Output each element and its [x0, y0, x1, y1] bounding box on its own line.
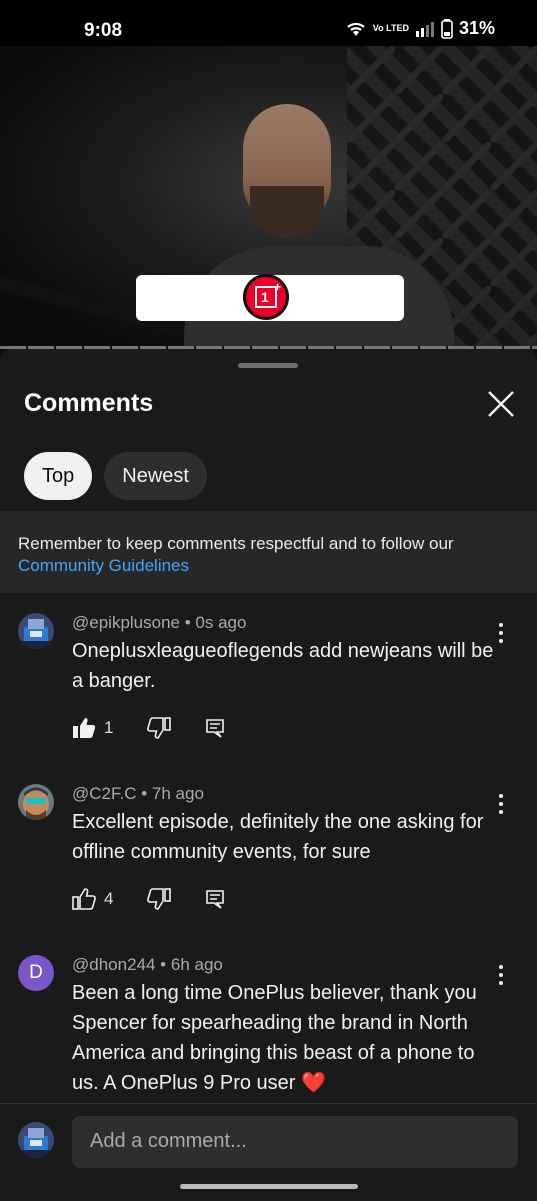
avatar[interactable]: [18, 613, 54, 649]
video-person-beard: [250, 186, 324, 238]
wifi-icon: [347, 22, 365, 36]
sort-tabs: Top Newest: [24, 452, 207, 500]
like-count: 1: [104, 718, 114, 737]
current-user-avatar[interactable]: [18, 1122, 54, 1158]
comment-author[interactable]: @dhon244: [72, 955, 155, 974]
like-button[interactable]: 4: [72, 888, 113, 910]
thumbs-up-filled-icon: [73, 718, 96, 738]
avatar[interactable]: D: [18, 955, 54, 991]
notice-text: Remember to keep comments respectful and…: [18, 534, 454, 553]
oneplus-logo-icon: 1 +: [243, 274, 289, 320]
comment-time: 6h ago: [170, 955, 223, 974]
video-player[interactable]: 1 +: [0, 46, 537, 348]
status-time: 9:08: [84, 20, 123, 41]
thumbs-down-icon: [147, 888, 172, 910]
comment-actions: 1: [72, 717, 259, 739]
tab-top[interactable]: Top: [24, 452, 93, 500]
more-options-icon[interactable]: [492, 791, 510, 817]
comment-author[interactable]: @C2F.C: [72, 784, 137, 803]
reply-icon: [206, 719, 225, 738]
home-indicator[interactable]: [180, 1184, 358, 1189]
comment-time: 0s ago: [195, 613, 247, 632]
like-button[interactable]: 1: [72, 717, 113, 739]
comment-meta: @epikplusone • 0s ago: [72, 613, 247, 632]
reply-icon: [206, 890, 225, 909]
thumbs-up-icon: [72, 888, 96, 910]
comment-text: Oneplusxleagueoflegends add newjeans wil…: [72, 640, 494, 692]
comment-text: Been a long time OnePlus believer, thank…: [72, 982, 477, 1094]
comment-actions: 4: [72, 888, 259, 910]
drag-handle[interactable]: [238, 363, 298, 368]
comment-time: 7h ago: [151, 784, 204, 803]
tab-newest[interactable]: Newest: [104, 452, 207, 500]
add-comment-input[interactable]: Add a comment...: [72, 1116, 518, 1168]
thumbs-down-icon: [147, 717, 172, 739]
like-count: 4: [104, 889, 114, 908]
battery-icon: [441, 18, 453, 39]
community-notice: Remember to keep comments respectful and…: [0, 511, 537, 593]
status-bar: 9:08 Vo LTED 31%: [0, 0, 537, 46]
close-icon[interactable]: [484, 387, 518, 421]
avatar[interactable]: [18, 784, 54, 820]
comments-sheet: Comments Top Newest Remember to keep com…: [0, 349, 537, 1200]
more-options-icon[interactable]: [492, 620, 510, 646]
reply-button[interactable]: [205, 889, 225, 909]
signal-icon: [415, 21, 434, 37]
avatar-letter: D: [29, 962, 43, 983]
status-icons: Vo LTED 31%: [345, 18, 495, 39]
comment-text: Excellent episode, definitely the one as…: [72, 811, 484, 863]
dislike-button[interactable]: [147, 717, 172, 739]
battery-percent: 31%: [458, 18, 495, 38]
dislike-button[interactable]: [147, 888, 172, 910]
volte-icon: Vo LTED: [372, 23, 409, 33]
comment-meta: @dhon244 • 6h ago: [72, 955, 223, 974]
more-options-icon[interactable]: [492, 962, 510, 988]
comment-author[interactable]: @epikplusone: [72, 613, 180, 632]
community-guidelines-link[interactable]: Community Guidelines: [18, 555, 519, 577]
reply-button[interactable]: [205, 718, 225, 738]
sheet-title: Comments: [24, 389, 154, 417]
comment-meta: @C2F.C • 7h ago: [72, 784, 204, 803]
